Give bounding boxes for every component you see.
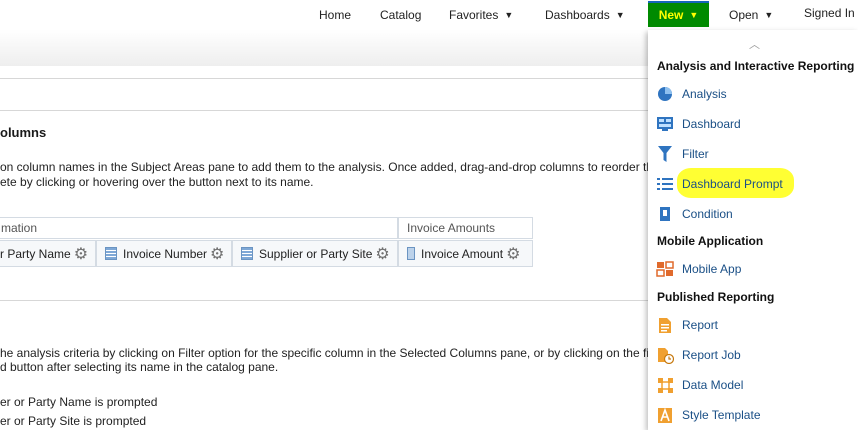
- data-model-icon: [656, 376, 674, 394]
- measure-column-icon: [407, 247, 415, 260]
- gear-icon[interactable]: ⚙: [375, 244, 389, 264]
- dashboard-icon: [656, 115, 674, 133]
- menu-item-label: Analysis: [682, 87, 727, 101]
- menu-section-title: Mobile Application: [657, 234, 764, 248]
- filter-instruction-line-1: he analysis criteria by clicking on Filt…: [0, 346, 652, 360]
- menu-item-report-job[interactable]: Report Job: [648, 342, 858, 368]
- menu-item-label: Filter: [682, 147, 709, 161]
- menu-item-label: Data Model: [682, 378, 744, 392]
- menu-section-title: Published Reporting: [657, 290, 775, 304]
- menu-item-label: Report: [682, 318, 719, 332]
- menu-item-filter[interactable]: Filter: [648, 141, 858, 167]
- condition-icon: [656, 205, 674, 223]
- menu-item-label: Dashboard Prompt: [682, 177, 783, 191]
- menu-item-dashboard[interactable]: Dashboard: [648, 111, 858, 137]
- filter-item[interactable]: er or Party Name is prompted: [0, 395, 157, 409]
- menu-item-style-template[interactable]: Style Template: [648, 402, 858, 428]
- filter-item[interactable]: er or Party Site is prompted: [0, 414, 146, 428]
- mobile-app-icon: [656, 260, 674, 278]
- group-label: mation: [1, 221, 38, 235]
- gear-icon[interactable]: ⚙: [74, 244, 88, 264]
- column-chip[interactable]: Invoice Amount ⚙: [398, 240, 533, 267]
- selected-columns-title: olumns: [0, 125, 47, 140]
- style-template-icon: [656, 406, 674, 424]
- divider: [0, 300, 648, 301]
- column-group-header: mation: [0, 217, 398, 239]
- menu-item-report[interactable]: Report: [648, 312, 858, 338]
- nav-dashboards[interactable]: Dashboards ▼: [545, 0, 625, 30]
- column-group-header: Invoice Amounts: [398, 217, 533, 239]
- nav-favorites-label: Favorites: [449, 8, 499, 22]
- menu-item-label: Mobile App: [682, 262, 742, 276]
- menu-item-data-model[interactable]: Data Model: [648, 372, 858, 398]
- dashboard-prompt-icon: [656, 175, 674, 193]
- nav-open-label: Open: [729, 8, 759, 22]
- column-label: r Party Name: [0, 246, 71, 261]
- signed-in-menu[interactable]: Signed In: [804, 0, 855, 28]
- menu-item-condition[interactable]: Condition: [648, 201, 858, 227]
- menu-item-label: Style Template: [682, 408, 761, 422]
- menu-item-dashboard-prompt[interactable]: Dashboard Prompt: [648, 168, 858, 198]
- chevron-down-icon: ▼: [764, 10, 774, 20]
- column-chip[interactable]: Supplier or Party Site ⚙: [232, 240, 398, 267]
- column-label: Supplier or Party Site: [259, 246, 373, 261]
- nav-home-label: Home: [319, 8, 352, 22]
- gear-icon[interactable]: ⚙: [210, 244, 224, 264]
- nav-favorites[interactable]: Favorites ▼: [449, 0, 513, 30]
- divider: [0, 110, 648, 111]
- report-icon: [656, 316, 674, 334]
- column-label: Invoice Number: [123, 246, 208, 261]
- report-job-icon: [656, 346, 674, 364]
- attribute-column-icon: [105, 247, 117, 260]
- gear-icon[interactable]: ⚙: [506, 244, 520, 264]
- nav-dashboards-label: Dashboards: [545, 8, 610, 22]
- chevron-down-icon: ▼: [689, 10, 699, 20]
- nav-catalog-label: Catalog: [380, 8, 422, 22]
- column-chip[interactable]: r Party Name ⚙: [0, 240, 96, 267]
- menu-item-label: Condition: [682, 207, 733, 221]
- signed-in-label: Signed In: [804, 6, 855, 20]
- menu-item-mobile-app[interactable]: Mobile App: [648, 256, 858, 282]
- instruction-line-1: on column names in the Subject Areas pan…: [0, 160, 654, 174]
- menu-item-label: Dashboard: [682, 117, 741, 131]
- new-label: New: [658, 8, 684, 22]
- nav-open[interactable]: Open ▼: [729, 0, 773, 30]
- nav-home[interactable]: Home: [319, 0, 351, 30]
- filter-instruction-line-2: d button after selecting its name in the…: [0, 360, 279, 374]
- divider: [0, 78, 648, 79]
- column-chip[interactable]: Invoice Number ⚙: [96, 240, 232, 267]
- new-dropdown-menu: ︿ Analysis and Interactive Reporting Ana…: [648, 30, 858, 430]
- instruction-line-2: ete by clicking or hovering over the but…: [0, 175, 314, 189]
- attribute-column-icon: [241, 247, 253, 260]
- nav-catalog[interactable]: Catalog: [380, 0, 421, 30]
- new-menu-button[interactable]: New ▼: [648, 1, 709, 27]
- chevron-up-icon[interactable]: ︿: [749, 36, 760, 52]
- column-label: Invoice Amount: [421, 246, 504, 261]
- chevron-down-icon: ▼: [615, 10, 625, 20]
- menu-item-analysis[interactable]: Analysis: [648, 81, 858, 107]
- analysis-icon: [656, 85, 674, 103]
- menu-item-label: Report Job: [682, 348, 741, 362]
- group-label: Invoice Amounts: [407, 221, 496, 235]
- filter-icon: [656, 145, 674, 163]
- chevron-down-icon: ▼: [504, 10, 514, 20]
- menu-section-title: Analysis and Interactive Reporting: [657, 59, 855, 73]
